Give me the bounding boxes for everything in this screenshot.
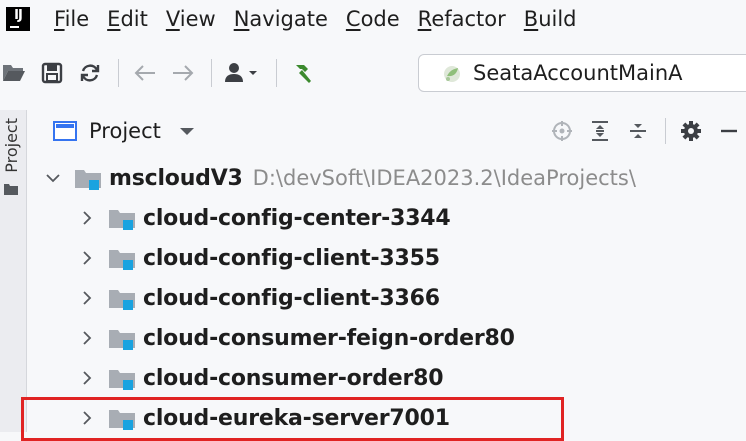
tree-node-label: cloud-consumer-order80: [143, 365, 444, 391]
tree-node-label: cloud-config-client-3355: [143, 245, 440, 271]
tree-node-label: cloud-eureka-server7001: [143, 405, 450, 431]
project-panel-actions: [537, 110, 746, 152]
module-folder-icon: [109, 290, 135, 310]
side-tab-label: Project: [1, 118, 21, 173]
menu-navigate[interactable]: Navigate: [234, 7, 328, 31]
collapse-all-icon[interactable]: [625, 118, 651, 144]
module-folder-icon: [109, 410, 135, 430]
menu-code[interactable]: Code: [346, 7, 400, 31]
hide-icon[interactable]: [716, 118, 742, 144]
save-icon[interactable]: [38, 59, 66, 87]
forward-arrow-icon[interactable]: [169, 59, 197, 87]
toolbar-separator: [211, 59, 212, 87]
tree-node[interactable]: cloud-eureka-server7001: [27, 398, 746, 438]
chevron-down-icon[interactable]: [179, 125, 195, 137]
back-arrow-icon[interactable]: [131, 59, 159, 87]
menu-file[interactable]: File: [54, 7, 89, 31]
project-tool-window: Project mscloudV3 D:\devSoft\IDEA2023.2\…: [27, 110, 746, 432]
menu-build[interactable]: Build: [524, 7, 577, 31]
chevron-right-icon[interactable]: [79, 210, 95, 226]
tree-node-label: cloud-config-client-3366: [143, 285, 440, 311]
main-toolbar: SeataAccountMainA: [0, 50, 746, 96]
tree-node-label: mscloudV3: [109, 165, 243, 191]
tree-root-node[interactable]: mscloudV3 D:\devSoft\IDEA2023.2\IdeaProj…: [27, 158, 746, 198]
menu-bar: IJ File Edit View Navigate Code Refactor…: [0, 0, 746, 38]
open-folder-icon[interactable]: [0, 59, 28, 87]
tree-node-label: cloud-consumer-feign-order80: [143, 325, 515, 351]
chevron-right-icon[interactable]: [79, 410, 95, 426]
gear-icon[interactable]: [678, 118, 704, 144]
chevron-right-icon[interactable]: [79, 370, 95, 386]
tree-node[interactable]: cloud-config-client-3355: [27, 238, 746, 278]
menu-refactor[interactable]: Refactor: [418, 7, 506, 31]
project-panel-title[interactable]: Project: [89, 119, 161, 143]
folder-icon: [4, 183, 18, 195]
project-tree: mscloudV3 D:\devSoft\IDEA2023.2\IdeaProj…: [27, 158, 746, 438]
sync-icon[interactable]: [76, 59, 104, 87]
intellij-logo-icon[interactable]: IJ: [6, 7, 30, 31]
menu-edit[interactable]: Edit: [107, 7, 148, 31]
module-folder-icon: [109, 210, 135, 230]
module-folder-icon: [109, 370, 135, 390]
chevron-down-icon[interactable]: [45, 170, 61, 186]
module-folder-icon: [109, 250, 135, 270]
chevron-right-icon[interactable]: [79, 250, 95, 266]
tree-node-path: D:\devSoft\IDEA2023.2\IdeaProjects\: [252, 166, 636, 190]
user-dropdown-icon[interactable]: [224, 59, 262, 87]
expand-all-icon[interactable]: [587, 118, 613, 144]
locate-icon[interactable]: [549, 118, 575, 144]
tree-node-label: cloud-config-center-3344: [143, 205, 451, 231]
build-hammer-icon[interactable]: [289, 59, 317, 87]
run-configuration-selector[interactable]: SeataAccountMainA: [418, 54, 746, 92]
chevron-right-icon[interactable]: [79, 290, 95, 306]
run-config-name: SeataAccountMainA: [473, 61, 683, 85]
tree-node[interactable]: cloud-config-center-3344: [27, 198, 746, 238]
toolbar-separator: [276, 59, 277, 87]
chevron-right-icon[interactable]: [79, 330, 95, 346]
tree-node[interactable]: cloud-config-client-3366: [27, 278, 746, 318]
module-folder-icon: [75, 170, 101, 190]
module-folder-icon: [109, 330, 135, 350]
tree-node[interactable]: cloud-consumer-feign-order80: [27, 318, 746, 358]
side-tab-project[interactable]: Project: [0, 112, 22, 222]
menu-view[interactable]: View: [166, 7, 216, 31]
project-panel-header: Project: [27, 110, 746, 152]
toolbar-separator: [118, 59, 119, 87]
spring-boot-config-icon: [444, 66, 460, 82]
header-separator: [665, 118, 666, 144]
tree-node[interactable]: cloud-consumer-order80: [27, 358, 746, 398]
project-window-icon: [53, 121, 77, 141]
